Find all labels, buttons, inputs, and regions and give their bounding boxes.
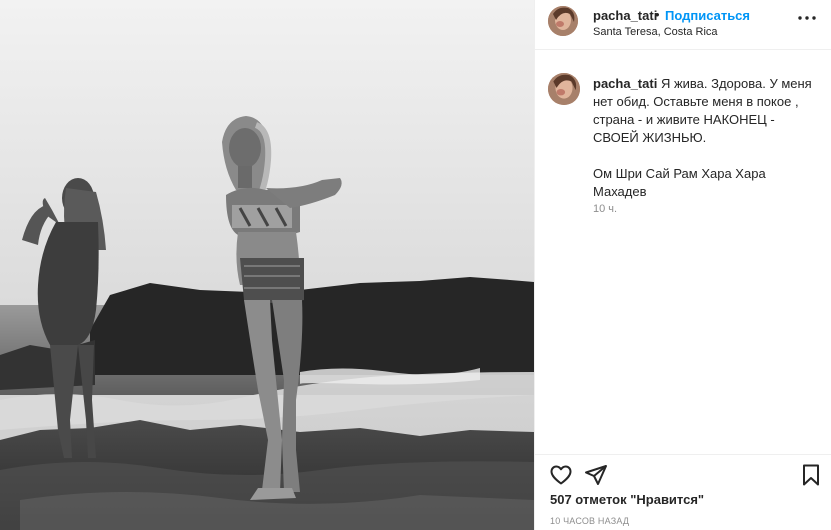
post-username[interactable]: pacha_tati [593,8,657,23]
caption-username[interactable]: pacha_tati [593,76,657,91]
follow-button[interactable]: Подписаться [665,8,750,23]
bookmark-icon[interactable] [799,463,823,487]
post-actions: 507 отметок "Нравится" 10 ЧАСОВ НАЗАД [535,454,831,530]
avatar[interactable] [548,6,578,36]
post-header: pacha_tati • Подписаться Santa Teresa, C… [535,0,831,50]
post-side-panel: pacha_tati • Подписаться Santa Teresa, C… [534,0,831,530]
likes-count[interactable]: 507 отметок "Нравится" [550,492,704,507]
caption-text: pacha_tati Я жива. Здорова. У меня нет о… [593,75,818,201]
heart-icon[interactable] [549,463,573,487]
post-location[interactable]: Santa Teresa, Costa Rica [593,26,718,38]
post-photo[interactable] [0,0,534,530]
paper-plane-icon[interactable] [584,463,608,487]
separator-dot: • [655,7,660,22]
caption-time: 10 ч. [593,203,618,215]
avatar[interactable] [548,73,580,105]
caption-mantra: Ом Шри Сай Рам Хара Хара Махадев [593,166,766,199]
posted-time[interactable]: 10 ЧАСОВ НАЗАД [550,516,629,526]
more-horizontal-icon[interactable] [796,10,818,26]
